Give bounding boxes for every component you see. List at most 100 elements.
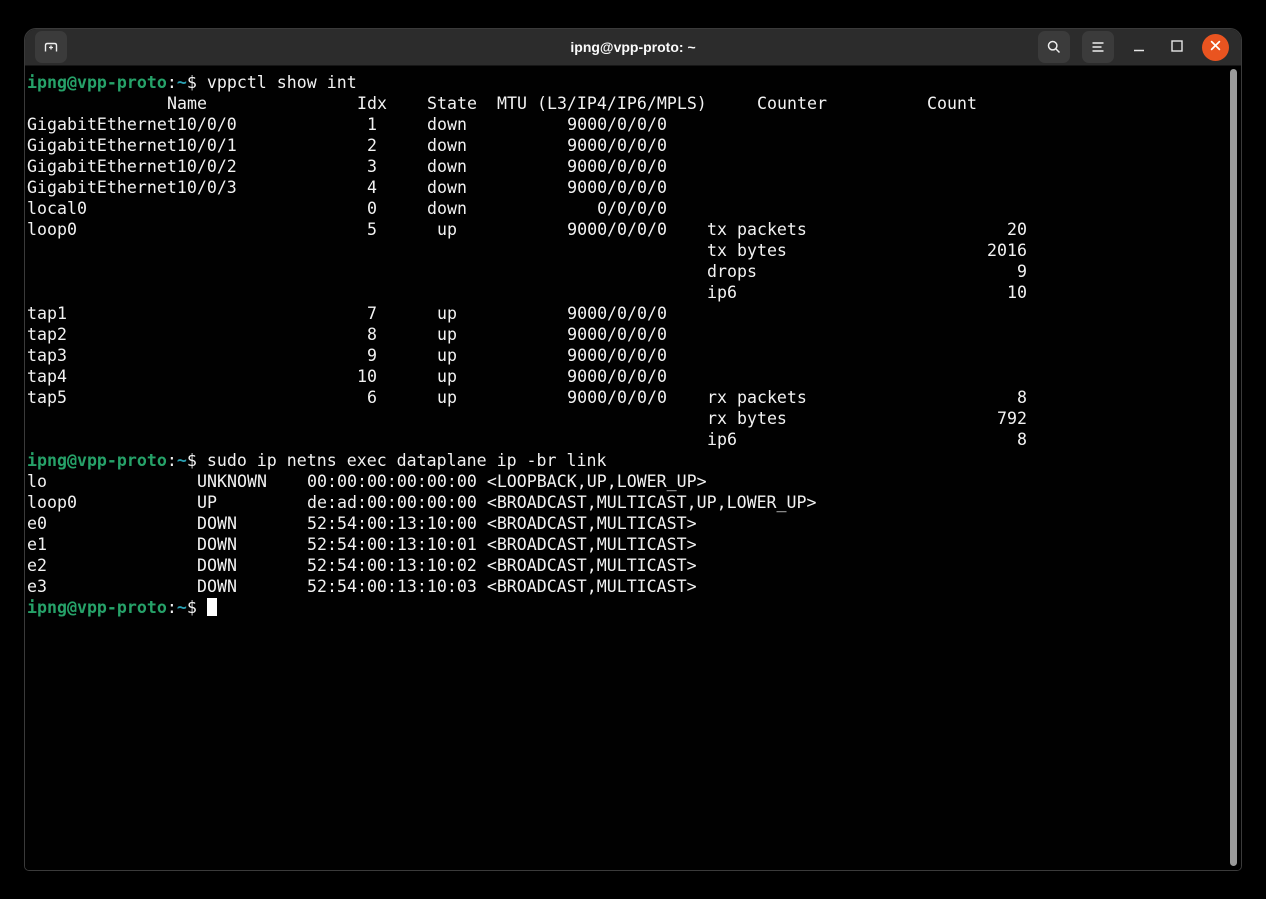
menu-button[interactable] — [1082, 31, 1114, 63]
if-mtu: 9000/0/0/0 — [527, 324, 667, 345]
terminal-line: local0 0 down 0/0/0/0 — [27, 198, 1241, 219]
counter-name: rx bytes — [707, 408, 787, 429]
if-idx: 2 — [287, 135, 377, 156]
if-name: tap2 — [27, 324, 67, 345]
new-tab-button[interactable] — [35, 31, 67, 63]
link-name: loop0 — [27, 492, 77, 513]
if-name: tap4 — [27, 366, 67, 387]
counter-name: ip6 — [707, 282, 737, 303]
if-state: up — [427, 387, 467, 408]
terminal-line: GigabitEthernet10/0/3 4 down 9000/0/0/0 — [27, 177, 1241, 198]
if-mtu: 9000/0/0/0 — [527, 366, 667, 387]
command-text: sudo ip netns exec dataplane ip -br link — [207, 451, 607, 470]
counter-value: 8 — [877, 429, 1027, 450]
link-name: e0 — [27, 513, 47, 534]
close-icon — [1209, 39, 1222, 55]
terminal-line: ipng@vpp-proto:~$ — [27, 597, 1241, 618]
terminal-line: e0 DOWN 52:54:00:13:10:00 <BROADCAST,MUL… — [27, 513, 1241, 534]
terminal-line: lo UNKNOWN 00:00:00:00:00:00 <LOOPBACK,U… — [27, 471, 1241, 492]
counter-value: 20 — [877, 219, 1027, 240]
if-mtu: 9000/0/0/0 — [527, 177, 667, 198]
terminal-line: ip6 8 — [27, 429, 1241, 450]
link-name: e3 — [27, 576, 47, 597]
counter-value: 9 — [877, 261, 1027, 282]
terminal-line: rx bytes 792 — [27, 408, 1241, 429]
if-name: tap5 — [27, 387, 67, 408]
link-state: DOWN — [197, 513, 237, 534]
terminal-line: ipng@vpp-proto:~$ vppctl show int — [27, 72, 1241, 93]
minimize-button[interactable] — [1126, 31, 1152, 63]
maximize-button[interactable] — [1164, 31, 1190, 63]
if-idx: 3 — [287, 156, 377, 177]
terminal-line: GigabitEthernet10/0/2 3 down 9000/0/0/0 — [27, 156, 1241, 177]
header-counter: Counter — [757, 93, 827, 114]
terminal-line: GigabitEthernet10/0/0 1 down 9000/0/0/0 — [27, 114, 1241, 135]
if-idx: 9 — [287, 345, 377, 366]
counter-value: 2016 — [877, 240, 1027, 261]
prompt-dollar: $ — [187, 451, 207, 470]
if-idx: 5 — [287, 219, 377, 240]
if-idx: 8 — [287, 324, 377, 345]
header-mtu: MTU (L3/IP4/IP6/MPLS) — [497, 93, 707, 114]
if-idx: 10 — [287, 366, 377, 387]
search-icon — [1046, 39, 1062, 55]
terminal-line: tap1 7 up 9000/0/0/0 — [27, 303, 1241, 324]
counter-value: 10 — [877, 282, 1027, 303]
link-detail: 52:54:00:13:10:03 <BROADCAST,MULTICAST> — [307, 576, 697, 597]
link-detail: 52:54:00:13:10:00 <BROADCAST,MULTICAST> — [307, 513, 697, 534]
if-idx: 6 — [287, 387, 377, 408]
if-name: GigabitEthernet10/0/3 — [27, 177, 237, 198]
if-idx: 7 — [287, 303, 377, 324]
prompt-cwd: ~ — [177, 598, 187, 617]
if-mtu: 9000/0/0/0 — [527, 135, 667, 156]
header-count: Count — [927, 93, 977, 114]
if-state: up — [427, 366, 467, 387]
prompt-user-host: ipng@vpp-proto — [27, 73, 167, 92]
if-idx: 4 — [287, 177, 377, 198]
if-state: down — [427, 114, 467, 135]
counter-value: 792 — [877, 408, 1027, 429]
if-state: down — [427, 177, 467, 198]
if-name: tap3 — [27, 345, 67, 366]
if-state: down — [427, 156, 467, 177]
terminal-cursor — [207, 598, 217, 616]
command-text: vppctl show int — [207, 73, 357, 92]
if-state: up — [427, 303, 467, 324]
prompt-cwd: ~ — [177, 451, 187, 470]
if-name: local0 — [27, 198, 87, 219]
if-state: down — [427, 135, 467, 156]
terminal-line: tap4 10 up 9000/0/0/0 — [27, 366, 1241, 387]
scrollbar-thumb[interactable] — [1230, 69, 1237, 866]
if-mtu: 9000/0/0/0 — [527, 156, 667, 177]
terminal-line: drops 9 — [27, 261, 1241, 282]
if-mtu: 0/0/0/0 — [527, 198, 667, 219]
terminal-line: ipng@vpp-proto:~$ sudo ip netns exec dat… — [27, 450, 1241, 471]
prompt-user-host: ipng@vpp-proto — [27, 451, 167, 470]
terminal-line: GigabitEthernet10/0/1 2 down 9000/0/0/0 — [27, 135, 1241, 156]
search-button[interactable] — [1038, 31, 1070, 63]
counter-name: tx bytes — [707, 240, 787, 261]
link-state: UNKNOWN — [197, 471, 267, 492]
close-button[interactable] — [1202, 34, 1229, 61]
terminal-content[interactable]: ipng@vpp-proto:~$ vppctl show int Name I… — [25, 66, 1241, 870]
link-detail: 00:00:00:00:00:00 <LOOPBACK,UP,LOWER_UP> — [307, 471, 707, 492]
prompt-dollar: $ — [187, 73, 207, 92]
if-mtu: 9000/0/0/0 — [527, 387, 667, 408]
counter-name: tx packets — [707, 219, 807, 240]
terminal-line: e2 DOWN 52:54:00:13:10:02 <BROADCAST,MUL… — [27, 555, 1241, 576]
minimize-icon — [1132, 38, 1146, 57]
terminal-line: ip6 10 — [27, 282, 1241, 303]
link-state: DOWN — [197, 555, 237, 576]
terminal-line: tap2 8 up 9000/0/0/0 — [27, 324, 1241, 345]
header-idx: Idx — [357, 93, 387, 114]
link-name: lo — [27, 471, 47, 492]
if-state: down — [427, 198, 467, 219]
terminal-line: loop0 5 up 9000/0/0/0 tx packets 20 — [27, 219, 1241, 240]
terminal-line: Name Idx State MTU (L3/IP4/IP6/MPLS) Cou… — [27, 93, 1241, 114]
if-name: tap1 — [27, 303, 67, 324]
if-mtu: 9000/0/0/0 — [527, 345, 667, 366]
terminal-line: tap3 9 up 9000/0/0/0 — [27, 345, 1241, 366]
titlebar[interactable]: ipng@vpp-proto: ~ — [25, 29, 1241, 66]
if-name: loop0 — [27, 219, 77, 240]
if-name: GigabitEthernet10/0/2 — [27, 156, 237, 177]
